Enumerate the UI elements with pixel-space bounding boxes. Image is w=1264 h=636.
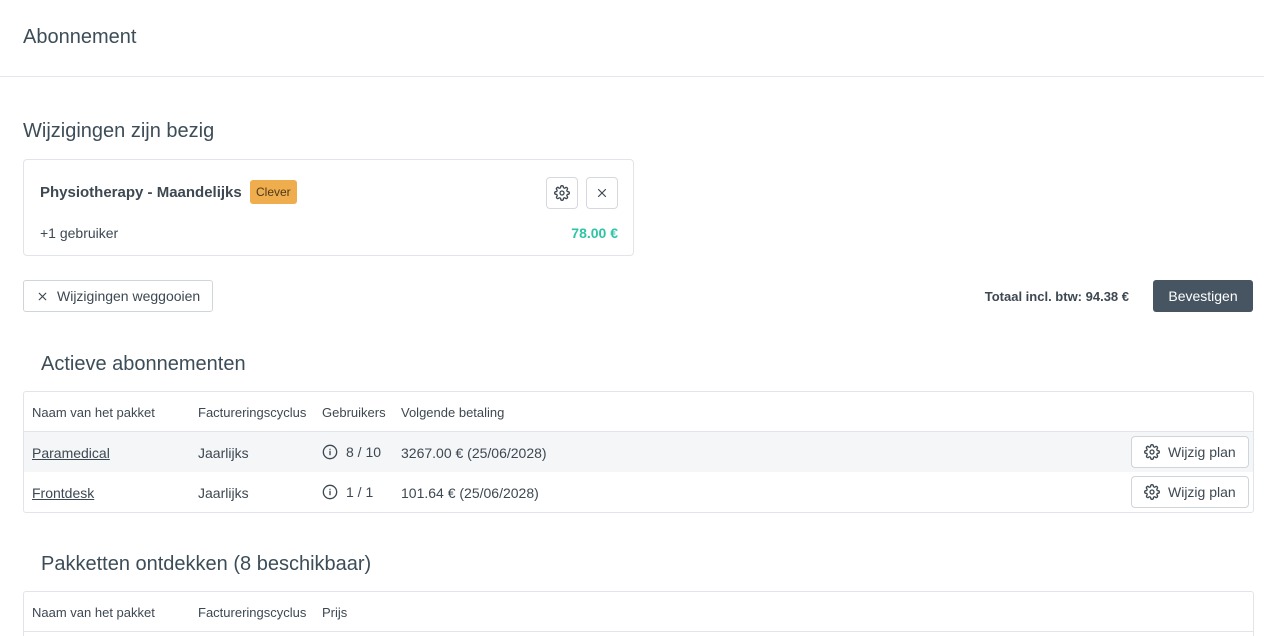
discover-packages-table: Naam van het pakket Factureringscyclus P…	[23, 591, 1254, 636]
users-change-text: +1 gebruiker	[40, 225, 119, 241]
users-count: 1 / 1	[322, 484, 373, 500]
column-header: Prijs	[322, 605, 348, 620]
change-plan-label: Wijzig plan	[1168, 484, 1236, 500]
close-icon	[38, 292, 47, 300]
gear-icon	[1144, 484, 1160, 500]
gear-icon	[554, 185, 570, 201]
next-payment: 3267.00 € (25/06/2028)	[401, 445, 547, 461]
users-count: 8 / 10	[322, 444, 381, 460]
column-header: Volgende betaling	[401, 405, 505, 420]
discover-packages-title: Pakketten ontdekken (8 beschikbaar)	[41, 553, 372, 575]
active-subscriptions-title: Actieve abonnementen	[41, 353, 246, 375]
remove-change-button[interactable]	[586, 177, 618, 209]
column-header: Naam van het pakket	[32, 405, 155, 420]
column-header: Factureringscyclus	[198, 405, 307, 420]
total-incl-vat: Totaal incl. btw: 94.38 €	[984, 289, 1129, 304]
table-row: Paramedical Jaarlijks 8 / 10 3267.00 € (…	[24, 432, 1253, 472]
package-name-link[interactable]: Paramedical	[32, 445, 110, 461]
pending-change-card: Physiotherapy - Maandelijks Clever +1 ge…	[23, 159, 634, 256]
info-icon[interactable]	[322, 444, 338, 460]
active-subscriptions-table: Naam van het pakket Factureringscyclus G…	[23, 391, 1254, 513]
close-icon	[597, 188, 607, 198]
pending-plan-name: Physiotherapy - Maandelijks	[40, 184, 242, 201]
billing-cycle: Jaarlijks	[198, 485, 249, 501]
change-plan-button[interactable]: Wijzig plan	[1131, 436, 1249, 468]
package-name-link[interactable]: Frontdesk	[32, 485, 94, 501]
discard-changes-label: Wijzigingen weggooien	[57, 288, 201, 304]
info-icon[interactable]	[322, 484, 338, 500]
table-row: Frontdesk Jaarlijks 1 / 1 101.64 € (25/0…	[24, 472, 1253, 512]
billing-cycle: Jaarlijks	[198, 445, 249, 461]
next-payment: 101.64 € (25/06/2028)	[401, 485, 539, 501]
column-header: Naam van het pakket	[32, 605, 155, 620]
pending-changes-title: Wijzigingen zijn bezig	[23, 120, 215, 142]
change-plan-label: Wijzig plan	[1168, 444, 1236, 460]
page-title: Abonnement	[23, 26, 137, 48]
change-plan-button[interactable]: Wijzig plan	[1131, 476, 1249, 508]
table-header: Naam van het pakket Factureringscyclus P…	[24, 592, 1253, 632]
change-price: 78.00 €	[571, 225, 618, 241]
discard-changes-button[interactable]: Wijzigingen weggooien	[23, 280, 214, 312]
users-count-value: 8 / 10	[346, 444, 382, 460]
table-header: Naam van het pakket Factureringscyclus G…	[24, 392, 1253, 432]
confirm-button[interactable]: Bevestigen	[1153, 280, 1253, 312]
gear-icon	[1144, 444, 1160, 460]
change-settings-button[interactable]	[546, 177, 578, 209]
users-count-value: 1 / 1	[346, 484, 374, 500]
column-header: Gebruikers	[322, 405, 386, 420]
page-header: Abonnement	[0, 0, 1264, 77]
column-header: Factureringscyclus	[198, 605, 307, 620]
plan-badge: Clever	[250, 180, 297, 204]
